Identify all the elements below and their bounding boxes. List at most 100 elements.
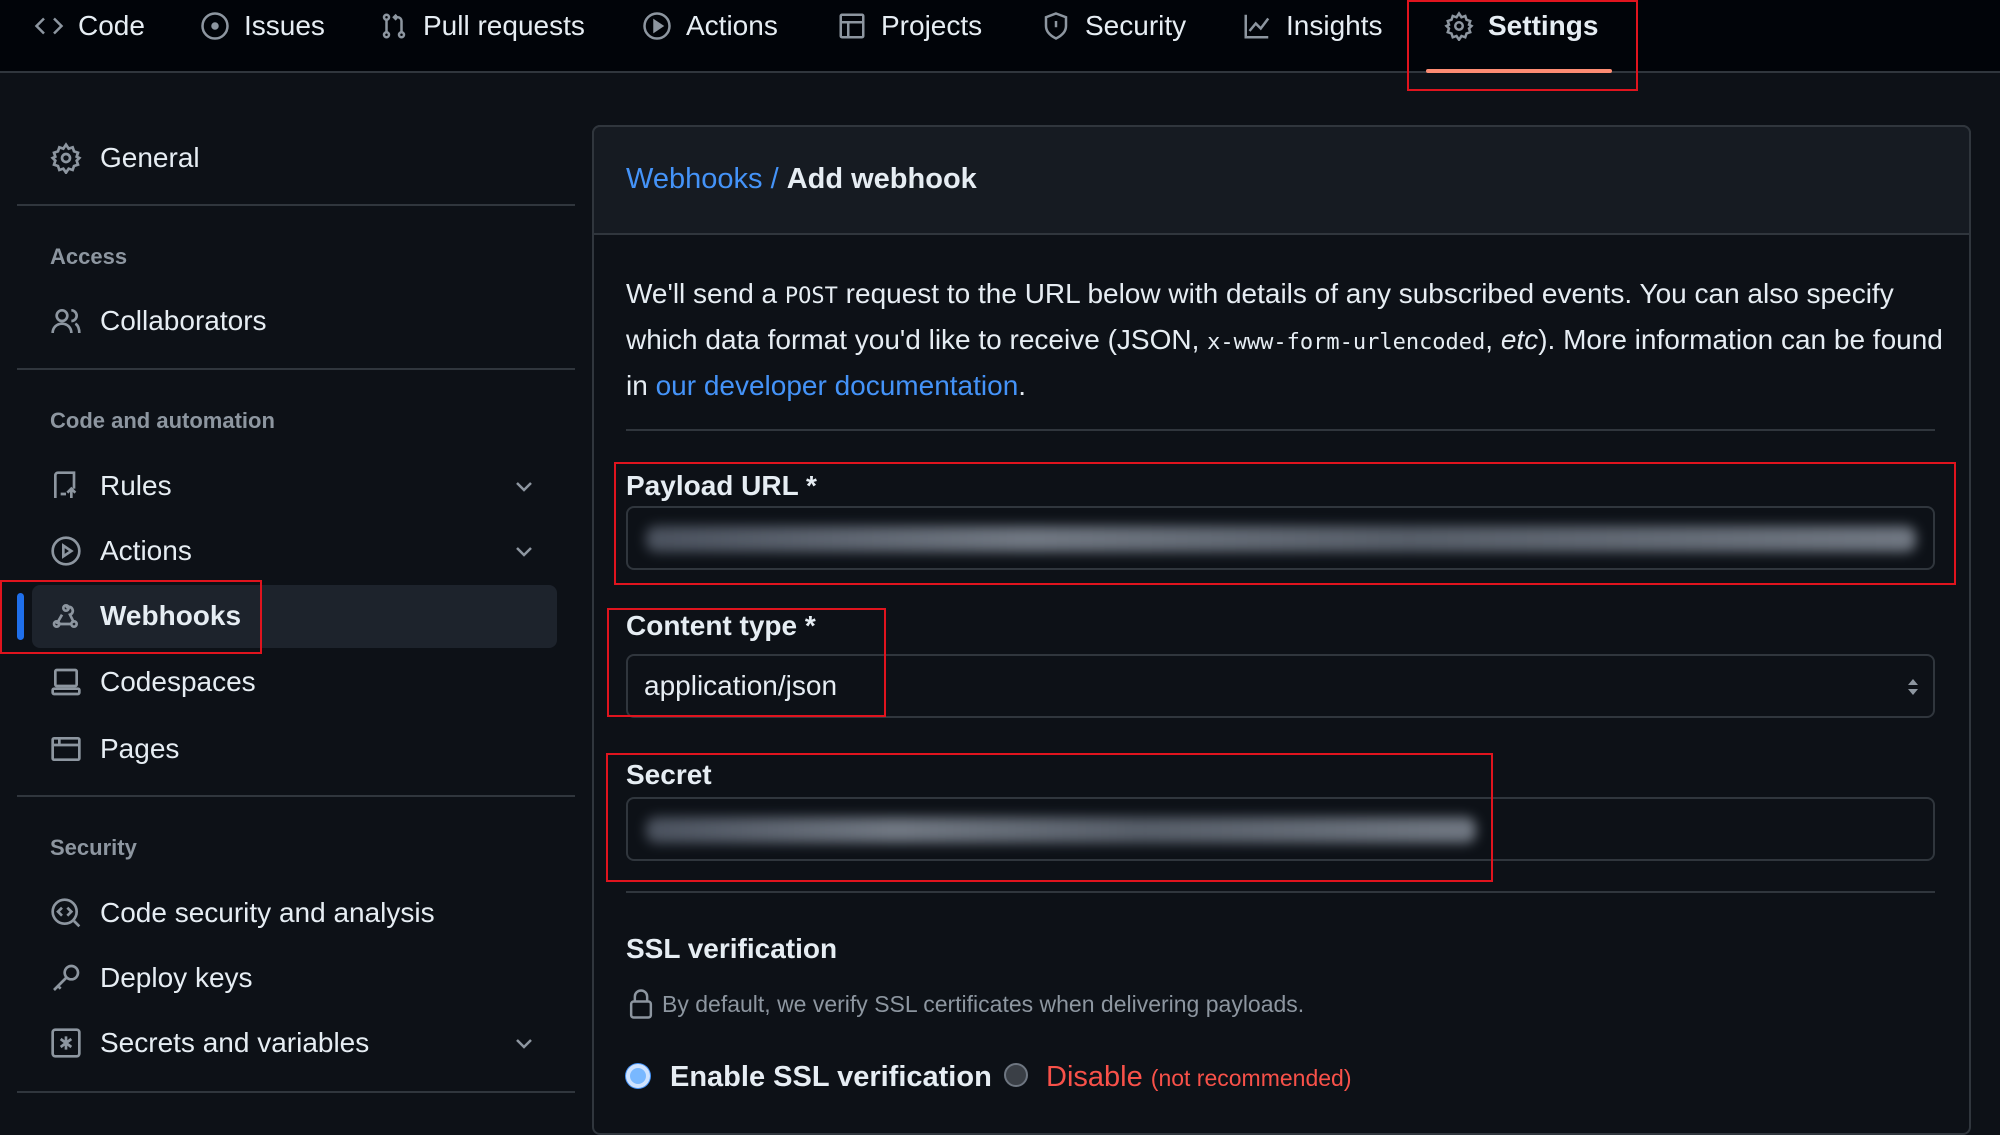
desc-text: etc bbox=[1500, 324, 1539, 355]
codescan-icon bbox=[51, 898, 81, 928]
key-icon bbox=[53, 964, 80, 991]
content-type-label: Content type * bbox=[626, 610, 816, 641]
page-title: Add webhook bbox=[786, 163, 977, 195]
sidebar-item-label: Rules bbox=[100, 470, 172, 501]
ssl-note-text: By default, we verify SSL certificates w… bbox=[662, 990, 1305, 1017]
tab-issues[interactable]: Issues bbox=[200, 6, 325, 46]
sidebar-item-label: Collaborators bbox=[100, 305, 267, 336]
play-icon bbox=[643, 12, 671, 40]
chevron-down-icon[interactable] bbox=[512, 1031, 536, 1055]
content-type-select[interactable]: application/json bbox=[626, 654, 1935, 718]
sidebar-item-webhooks[interactable]: Webhooks bbox=[50, 596, 241, 636]
graph-icon bbox=[1244, 14, 1270, 39]
enable-ssl-radio[interactable] bbox=[626, 1064, 650, 1088]
codespaces-icon bbox=[51, 668, 81, 696]
ssl-note: By default, we verify SSL certificates w… bbox=[628, 988, 1304, 1020]
sidebar-item-label: Webhooks bbox=[100, 600, 242, 631]
sidebar-item-codespaces[interactable]: Codespaces bbox=[50, 662, 256, 702]
gear-icon bbox=[50, 142, 82, 174]
payload-url-input[interactable] bbox=[626, 506, 1935, 570]
select-arrows-icon bbox=[1908, 679, 1918, 695]
enable-ssl-label[interactable]: Enable SSL verification bbox=[670, 1061, 992, 1094]
breadcrumb-webhooks-link[interactable]: Webhooks bbox=[626, 163, 763, 195]
issue-opened-icon bbox=[201, 12, 229, 40]
section-header-code-automation: Code and automation bbox=[50, 408, 275, 433]
tab-security[interactable]: Security bbox=[1041, 6, 1186, 46]
shield-icon bbox=[1044, 12, 1068, 40]
breadcrumb-separator: / bbox=[770, 163, 779, 195]
code-icon bbox=[34, 17, 64, 35]
desc-code: POST bbox=[784, 284, 838, 309]
tab-label: Insights bbox=[1286, 10, 1383, 41]
desc-text: . bbox=[1018, 370, 1027, 401]
tab-settings[interactable]: Settings bbox=[1444, 6, 1598, 46]
key-asterisk-icon bbox=[51, 1028, 81, 1058]
webhook-icon bbox=[52, 604, 78, 628]
chevron-down-icon[interactable] bbox=[512, 474, 536, 498]
tab-pull-requests[interactable]: Pull requests bbox=[379, 6, 585, 46]
content-type-value: application/json bbox=[644, 670, 838, 701]
tab-label: Pull requests bbox=[423, 10, 585, 41]
active-indicator bbox=[17, 593, 24, 640]
git-pull-request-icon bbox=[382, 13, 406, 39]
section-header-access: Access bbox=[50, 244, 128, 269]
sidebar-item-code-security[interactable]: Code security and analysis bbox=[50, 893, 435, 933]
sidebar-item-rules[interactable]: Rules bbox=[50, 466, 172, 506]
sidebar-item-label: Secrets and variables bbox=[100, 1027, 370, 1058]
desc-text: , bbox=[1485, 324, 1501, 355]
desc-text: We'll send a bbox=[626, 278, 785, 309]
tab-label: Security bbox=[1085, 10, 1187, 41]
redacted-value bbox=[646, 526, 1916, 552]
tab-insights[interactable]: Insights bbox=[1242, 6, 1383, 46]
payload-url-label: Payload URL * bbox=[626, 470, 817, 501]
sidebar-item-actions[interactable]: Actions bbox=[50, 531, 192, 571]
chevron-down-icon[interactable] bbox=[512, 539, 536, 563]
sidebar-item-label: Codespaces bbox=[100, 666, 256, 697]
play-icon bbox=[51, 536, 81, 566]
secret-label: Secret bbox=[626, 759, 712, 790]
divider bbox=[17, 1091, 575, 1093]
tab-label: Actions bbox=[686, 10, 778, 41]
disable-text: Disable bbox=[1046, 1061, 1143, 1093]
people-icon bbox=[51, 309, 81, 334]
browser-icon bbox=[51, 737, 81, 761]
selected-tab-underline bbox=[1426, 69, 1612, 73]
sidebar-item-label: Code security and analysis bbox=[100, 897, 435, 928]
table-icon bbox=[839, 13, 865, 39]
desc-code: x-www-form-urlencoded bbox=[1207, 330, 1486, 355]
sidebar-item-label: Pages bbox=[100, 733, 180, 764]
divider bbox=[17, 204, 575, 206]
sidebar-item-general[interactable]: General bbox=[50, 138, 200, 178]
tab-projects[interactable]: Projects bbox=[837, 6, 982, 46]
disable-note: (not recommended) bbox=[1150, 1065, 1352, 1091]
disable-ssl-radio[interactable] bbox=[1004, 1063, 1028, 1087]
sidebar-item-label: Actions bbox=[100, 535, 192, 566]
sidebar-item-pages[interactable]: Pages bbox=[50, 729, 179, 769]
divider bbox=[17, 795, 575, 797]
description: We'll send a POST request to the URL bel… bbox=[626, 272, 1946, 407]
developer-docs-link[interactable]: our developer documentation bbox=[656, 370, 1019, 401]
sidebar-item-secrets[interactable]: Secrets and variables bbox=[50, 1023, 369, 1063]
tab-label: Settings bbox=[1488, 10, 1599, 41]
divider bbox=[626, 429, 1935, 431]
sidebar-item-collaborators[interactable]: Collaborators bbox=[50, 301, 267, 341]
breadcrumb: Webhooks / Add webhook bbox=[626, 163, 977, 196]
tab-actions[interactable]: Actions bbox=[642, 6, 778, 46]
tab-label: Projects bbox=[881, 10, 983, 41]
divider bbox=[626, 891, 1935, 893]
ssl-heading: SSL verification bbox=[626, 933, 838, 964]
gear-icon bbox=[1444, 11, 1474, 41]
disable-ssl-label[interactable]: Disable (not recommended) bbox=[1046, 1061, 1351, 1094]
sidebar-item-label: Deploy keys bbox=[100, 962, 253, 993]
sidebar-item-deploy-keys[interactable]: Deploy keys bbox=[50, 958, 253, 998]
sidebar-item-label: General bbox=[100, 142, 200, 173]
secret-input[interactable] bbox=[626, 797, 1935, 861]
tab-label: Issues bbox=[244, 10, 325, 41]
tab-label: Code bbox=[78, 10, 145, 41]
divider bbox=[17, 368, 575, 370]
lock-icon bbox=[629, 989, 653, 1019]
repo-push-icon bbox=[54, 471, 77, 498]
section-header-security: Security bbox=[50, 835, 137, 860]
redacted-value bbox=[646, 817, 1476, 843]
tab-code[interactable]: Code bbox=[34, 6, 145, 46]
